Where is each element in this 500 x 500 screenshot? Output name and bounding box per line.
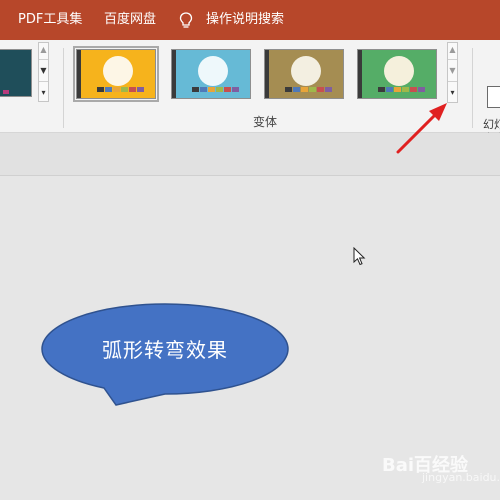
color-swatch bbox=[121, 87, 128, 92]
thumbnail-accent-bar bbox=[172, 50, 176, 98]
themes-gallery-scroll: ▲ ▼ ▾ bbox=[38, 42, 49, 102]
color-swatch bbox=[97, 87, 104, 92]
color-swatch bbox=[232, 87, 239, 92]
callout-text[interactable]: 弧形转弯效果 bbox=[55, 334, 275, 363]
design-ribbon: ▲ ▼ ▾ ▲ ▼ ▾ 变体 幻灯 大小 bbox=[0, 40, 500, 145]
color-swatch bbox=[301, 87, 308, 92]
ribbon-bottom-strip bbox=[0, 133, 500, 176]
color-swatch bbox=[378, 87, 385, 92]
color-swatch bbox=[200, 87, 207, 92]
color-swatch bbox=[113, 87, 120, 92]
theme-thumbnail-partial[interactable] bbox=[0, 49, 32, 97]
group-separator bbox=[472, 48, 473, 128]
variant-thumbnail-orange[interactable] bbox=[73, 46, 159, 102]
thumbnail-accent-bar bbox=[265, 50, 269, 98]
variants-group-label: 变体 bbox=[253, 115, 278, 129]
color-swatches bbox=[97, 87, 144, 92]
thumbnail-accent-bar bbox=[358, 50, 362, 98]
color-swatches bbox=[192, 87, 239, 92]
variants-scroll-down-button[interactable]: ▼ bbox=[448, 60, 457, 82]
variant-thumbnail-green[interactable] bbox=[357, 49, 437, 99]
color-swatch bbox=[192, 87, 199, 92]
color-swatch bbox=[418, 87, 425, 92]
variant-thumbnail-blue[interactable] bbox=[171, 49, 251, 99]
thumbnail-circle bbox=[103, 56, 133, 86]
ribbon-tab-bar: PDF工具集 百度网盘 操作说明搜索 bbox=[0, 0, 500, 40]
color-swatch bbox=[394, 87, 401, 92]
thumbnail-circle bbox=[291, 56, 321, 86]
color-swatches bbox=[285, 87, 332, 92]
themes-more-button[interactable]: ▾ bbox=[39, 82, 48, 103]
color-swatch bbox=[285, 87, 292, 92]
thumbnail-circle bbox=[384, 56, 414, 86]
color-swatch bbox=[410, 87, 417, 92]
color-swatch bbox=[402, 87, 409, 92]
thumbnail-accent-bar bbox=[77, 50, 81, 98]
variants-scroll-up-button[interactable]: ▲ bbox=[448, 43, 457, 60]
watermark-url: jingyan.baidu.com bbox=[422, 471, 500, 484]
variant-thumbnail-olive[interactable] bbox=[264, 49, 344, 99]
slide-size-icon[interactable] bbox=[487, 86, 500, 108]
lightbulb-icon[interactable] bbox=[178, 11, 194, 31]
tell-me-search[interactable]: 操作说明搜索 bbox=[206, 12, 284, 28]
color-swatches bbox=[378, 87, 425, 92]
variants-gallery-scroll: ▲ ▼ ▾ bbox=[447, 42, 458, 103]
thumbnail-circle bbox=[198, 56, 228, 86]
color-swatch bbox=[309, 87, 316, 92]
color-swatch bbox=[208, 87, 215, 92]
color-swatch bbox=[129, 87, 136, 92]
color-swatch bbox=[137, 87, 144, 92]
color-swatch bbox=[325, 87, 332, 92]
tab-baidu-netdisk[interactable]: 百度网盘 bbox=[104, 12, 156, 28]
color-swatch bbox=[224, 87, 231, 92]
color-swatch bbox=[105, 87, 112, 92]
color-swatch bbox=[216, 87, 223, 92]
color-swatch bbox=[293, 87, 300, 92]
color-swatch bbox=[386, 87, 393, 92]
themes-scroll-down-button[interactable]: ▼ bbox=[39, 60, 48, 82]
slide-size-label-line1: 幻灯 bbox=[483, 118, 500, 131]
tab-pdf-tools[interactable]: PDF工具集 bbox=[18, 12, 82, 28]
mouse-cursor-icon bbox=[353, 247, 366, 266]
color-swatch bbox=[317, 87, 324, 92]
variants-more-button[interactable]: ▾ bbox=[448, 82, 457, 103]
group-separator bbox=[63, 48, 64, 128]
themes-scroll-up-button[interactable]: ▲ bbox=[39, 43, 48, 60]
